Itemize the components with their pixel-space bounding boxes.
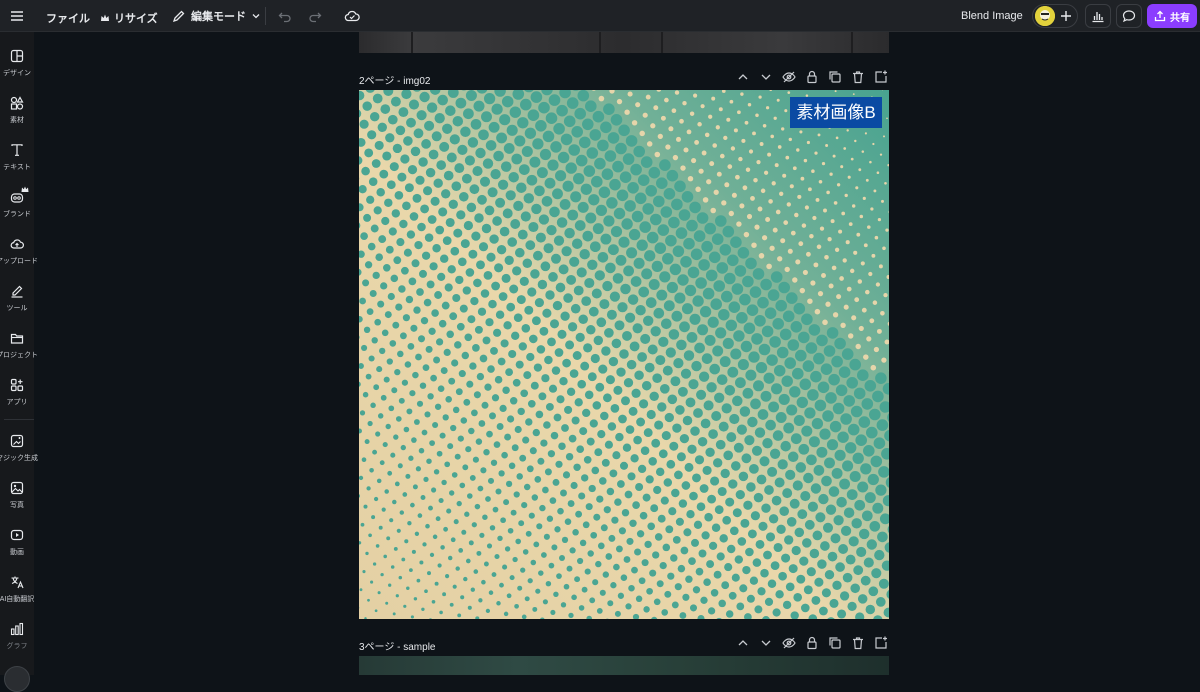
video-icon	[10, 528, 24, 542]
undo-icon[interactable]	[278, 9, 292, 23]
share-label: 共有	[1170, 9, 1190, 24]
sidebar-item-videos[interactable]: 動画	[0, 528, 34, 574]
edit-mode-label: 編集モード	[191, 8, 246, 24]
sidebar-item-apps[interactable]: アプリ	[0, 378, 34, 424]
sidebar-item-upload[interactable]: アップロード	[0, 237, 34, 283]
sidebar-item-label: アップロード	[0, 256, 42, 266]
chevron-up-icon[interactable]	[735, 635, 751, 651]
comment-button[interactable]	[1116, 4, 1142, 28]
share-button[interactable]: 共有	[1147, 4, 1197, 28]
page-2-title[interactable]: 2ページ - img02	[359, 72, 431, 87]
sidebar-item-label: デザイン	[0, 68, 42, 78]
sidebar-item-magic-media[interactable]: マジック生成	[0, 434, 34, 480]
page-2-canvas-image[interactable]	[359, 90, 889, 619]
collaborators-group[interactable]	[1032, 4, 1078, 28]
sidebar-item-projects[interactable]: プロジェクト	[0, 331, 34, 377]
sidebar-item-photos[interactable]: 写真	[0, 481, 34, 527]
sidebar-item-charts[interactable]: グラフ	[0, 622, 34, 668]
page-2-actions	[735, 69, 889, 85]
page-2-header: 2ページ - img02	[359, 69, 889, 87]
page-3-title[interactable]: 3ページ - sample	[359, 638, 436, 653]
sidebar-item-label: グラフ	[0, 641, 42, 651]
sidebar-item-label: ツール	[0, 303, 42, 313]
cloud-saved-icon[interactable]	[344, 8, 360, 24]
pencil-icon	[172, 9, 186, 23]
crown-icon	[21, 186, 29, 193]
edit-mode-dropdown[interactable]: 編集モード	[172, 8, 261, 24]
bar-chart-icon	[1091, 9, 1105, 23]
halftone-texture	[359, 90, 889, 619]
lock-icon[interactable]	[804, 635, 820, 651]
page-3-header: 3ページ - sample	[359, 635, 889, 653]
sidebar-item-ai-translate[interactable]: AI自動翻訳	[0, 575, 34, 621]
photo-icon	[10, 481, 24, 495]
add-page-icon[interactable]	[873, 635, 889, 651]
top-toolbar: ファイル リサイズ 編集モード Blend Image	[0, 0, 1200, 32]
insights-button[interactable]	[1085, 4, 1111, 28]
add-page-icon[interactable]	[873, 69, 889, 85]
resize-label: リサイズ	[114, 10, 158, 26]
sidebar-item-label: AI自動翻訳	[0, 594, 42, 604]
sidebar-item-label: 素材	[0, 115, 42, 125]
folder-icon	[10, 331, 24, 345]
chevron-down-icon	[251, 11, 261, 21]
translate-icon	[10, 575, 24, 589]
hide-page-icon[interactable]	[781, 69, 797, 85]
trash-icon[interactable]	[850, 69, 866, 85]
elements-icon	[10, 96, 24, 110]
document-title[interactable]: Blend Image	[961, 10, 1023, 22]
sidebar-item-text[interactable]: テキスト	[0, 143, 34, 189]
sidebar-item-label: ブランド	[0, 209, 42, 219]
chevron-up-icon[interactable]	[735, 69, 751, 85]
sidebar-item-tools[interactable]: ツール	[0, 284, 34, 330]
trash-icon[interactable]	[850, 635, 866, 651]
page-3-actions	[735, 635, 889, 651]
hide-page-icon[interactable]	[781, 635, 797, 651]
sidebar-item-label: アプリ	[0, 397, 42, 407]
magic-image-icon	[10, 434, 24, 448]
sidebar-item-label: テキスト	[0, 162, 42, 172]
pen-tool-icon	[10, 284, 24, 298]
chevron-down-icon[interactable]	[758, 635, 774, 651]
chart-icon	[10, 622, 24, 636]
lock-icon[interactable]	[804, 69, 820, 85]
toolbar-divider	[265, 7, 266, 25]
sidebar-item-label: プロジェクト	[0, 350, 42, 360]
redo-icon[interactable]	[308, 9, 322, 23]
upload-icon	[1154, 10, 1166, 22]
file-menu-button[interactable]: ファイル	[46, 10, 90, 26]
sidebar-item-label: マジック生成	[0, 453, 42, 463]
apps-icon	[10, 378, 24, 392]
sidebar-item-elements[interactable]: 素材	[0, 96, 34, 142]
left-sidebar: デザイン 素材 テキスト ブランド アップロード ツール プロジェクト アプリ …	[0, 32, 34, 675]
sidebar-item-design[interactable]: デザイン	[0, 49, 34, 95]
resize-button[interactable]: リサイズ	[100, 10, 158, 26]
text-icon	[10, 143, 24, 157]
upload-cloud-icon	[10, 237, 24, 251]
hamburger-menu-icon[interactable]	[10, 9, 24, 23]
crown-icon	[100, 13, 110, 23]
sidebar-item-label: 動画	[0, 547, 42, 557]
sidebar-item-label: 写真	[0, 500, 42, 510]
avatar[interactable]	[1035, 6, 1055, 26]
duplicate-icon[interactable]	[827, 69, 843, 85]
comment-icon	[1122, 9, 1136, 23]
sidebar-item-brand[interactable]: ブランド	[0, 190, 34, 236]
image-overlay-label[interactable]: 素材画像B	[790, 97, 882, 128]
sidebar-more-button[interactable]	[4, 666, 30, 692]
plus-icon[interactable]	[1060, 10, 1072, 22]
page-1-image-bottom[interactable]	[359, 32, 889, 53]
layout-icon	[10, 49, 24, 63]
sidebar-divider	[4, 419, 34, 420]
page-3-image-top[interactable]	[359, 656, 889, 675]
chevron-down-icon[interactable]	[758, 69, 774, 85]
duplicate-icon[interactable]	[827, 635, 843, 651]
